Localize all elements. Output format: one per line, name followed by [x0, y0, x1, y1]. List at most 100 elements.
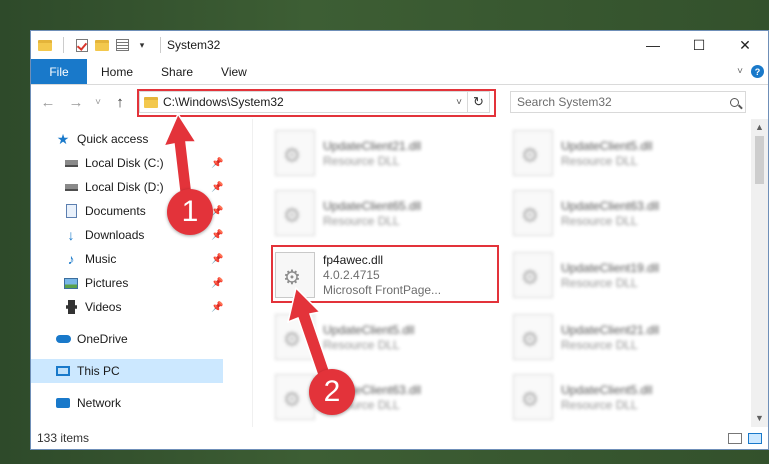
sidebar-item-label: Music [85, 252, 117, 266]
file-description: Microsoft FrontPage... [323, 283, 442, 297]
search-icon[interactable] [723, 97, 745, 107]
details-view-icon[interactable] [728, 432, 742, 444]
computer-icon [55, 363, 71, 379]
sidebar-item-music[interactable]: ♪ Music 📌 [31, 247, 253, 271]
item-count: 133 items [37, 431, 90, 445]
close-button[interactable]: ✕ [722, 31, 768, 59]
sidebar-item-onedrive[interactable]: OneDrive [31, 327, 253, 351]
dll-file-icon [513, 190, 553, 236]
divider [63, 37, 64, 53]
maximize-button[interactable]: ☐ [676, 31, 722, 59]
search-box[interactable] [510, 91, 746, 113]
downloads-icon: ↓ [67, 227, 75, 243]
address-bar[interactable]: C:\Windows\System32 ˅ ↻ [137, 89, 496, 117]
scroll-up-icon[interactable]: ▲ [751, 119, 768, 136]
sidebar-item-label: Local Disk (D:) [85, 180, 164, 194]
properties-check-icon[interactable] [74, 37, 90, 53]
content-area: ★ Quick access Local Disk (C:) 📌 Local D… [31, 119, 768, 427]
pin-icon[interactable]: 📌 [211, 182, 223, 193]
sidebar-item-pictures[interactable]: Pictures 📌 [31, 271, 253, 295]
help-icon[interactable]: ? [751, 65, 764, 78]
file-name: fp4awec.dll [323, 253, 384, 267]
tab-view[interactable]: View [207, 59, 261, 84]
pin-icon[interactable]: 📌 [211, 254, 223, 265]
pin-icon[interactable]: 📌 [211, 302, 223, 313]
customize-toolbar-chevron-icon[interactable]: ▾ [134, 37, 150, 53]
sidebar-item-this-pc[interactable]: This PC [31, 359, 223, 383]
file-item[interactable]: UpdateClient19.dllResource DLL [513, 247, 741, 303]
expand-ribbon-icon[interactable]: ˅ [737, 66, 743, 77]
pin-icon[interactable]: 📌 [211, 158, 223, 169]
explorer-window: ▾ System32 — ☐ ✕ File Home Share View ˅ … [30, 30, 769, 450]
file-type: Resource DLL [323, 337, 400, 352]
sidebar-item-network[interactable]: Network [31, 391, 253, 415]
search-input[interactable] [517, 95, 723, 109]
refresh-icon[interactable]: ↻ [467, 92, 489, 112]
vertical-scrollbar[interactable]: ▲ ▼ [751, 119, 768, 427]
videos-icon [63, 299, 79, 315]
pin-icon[interactable]: 📌 [211, 278, 223, 289]
properties-icon[interactable] [114, 37, 130, 53]
file-type: Resource DLL [561, 275, 638, 290]
file-item-fp4awec[interactable]: fp4awec.dll 4.0.2.4715 Microsoft FrontPa… [275, 247, 503, 303]
forward-button[interactable]: → [65, 91, 87, 113]
tiles-view-icon[interactable] [748, 432, 762, 444]
recent-locations-button[interactable]: ˅ [93, 91, 103, 113]
address-dropdown-icon[interactable]: ˅ [451, 97, 467, 108]
disk-icon [63, 179, 79, 195]
dll-file-icon [513, 130, 553, 176]
navigation-pane: ★ Quick access Local Disk (C:) 📌 Local D… [31, 119, 253, 427]
sidebar-item-label: Videos [85, 300, 122, 314]
cloud-icon [55, 331, 71, 347]
pictures-icon [63, 275, 79, 291]
dll-file-icon [275, 314, 315, 360]
divider [160, 37, 161, 53]
tab-home[interactable]: Home [87, 59, 147, 84]
file-name: UpdateClient21.dll [323, 138, 422, 153]
tab-share[interactable]: Share [147, 59, 207, 84]
file-name: UpdateClient5.dll [561, 138, 653, 153]
sidebar-item-label: Documents [85, 204, 146, 218]
sidebar-item-label: This PC [77, 364, 120, 378]
file-item[interactable]: UpdateClient5.dllResource DLL [275, 309, 503, 365]
ribbon-right: ˅ ? [737, 59, 768, 84]
new-folder-icon[interactable] [94, 37, 110, 53]
sidebar-item-quick-access[interactable]: ★ Quick access [31, 127, 253, 151]
navigation-bar: ← → ˅ ↑ C:\Windows\System32 ˅ ↻ [31, 85, 768, 119]
pin-icon[interactable]: 📌 [211, 230, 223, 241]
file-item[interactable]: UpdateClient21.dllResource DLL [275, 125, 503, 181]
file-item[interactable]: UpdateClient65.dllResource DLL [275, 185, 503, 241]
sidebar-item-local-disk-c[interactable]: Local Disk (C:) 📌 [31, 151, 253, 175]
dll-file-icon [275, 190, 315, 236]
file-type: Resource DLL [561, 337, 638, 352]
view-switcher [728, 432, 768, 444]
step-1-badge: 1 [167, 189, 213, 235]
minimize-button[interactable]: — [630, 31, 676, 59]
network-icon [55, 395, 71, 411]
dll-file-icon [513, 314, 553, 360]
tab-file[interactable]: File [31, 59, 87, 84]
sidebar-item-label: Quick access [77, 132, 149, 146]
address-text[interactable]: C:\Windows\System32 [163, 95, 451, 109]
back-button[interactable]: ← [37, 91, 59, 113]
documents-icon [63, 203, 79, 219]
file-name: UpdateClient5.dll [323, 322, 415, 337]
file-item[interactable]: UpdateClient5.dllResource DLL [513, 125, 741, 181]
star-icon: ★ [56, 130, 70, 147]
up-button[interactable]: ↑ [109, 91, 131, 113]
scroll-down-icon[interactable]: ▼ [751, 410, 768, 427]
file-item[interactable]: UpdateClient21.dllResource DLL [513, 309, 741, 365]
file-item[interactable]: UpdateClient5.dllResource DLL [513, 369, 741, 425]
sidebar-item-label: Network [77, 396, 122, 410]
sidebar-item-videos[interactable]: Videos 📌 [31, 295, 253, 319]
file-item[interactable]: UpdateClient63.dllResource DLL [513, 185, 741, 241]
sidebar-item-downloads[interactable]: ↓ Downloads 📌 [31, 223, 253, 247]
scroll-thumb[interactable] [755, 136, 764, 184]
dll-file-icon [275, 130, 315, 176]
file-version: 4.0.2.4715 [323, 268, 380, 282]
sidebar-item-local-disk-d[interactable]: Local Disk (D:) 📌 [31, 175, 253, 199]
sidebar-item-documents[interactable]: Documents 📌 [31, 199, 253, 223]
